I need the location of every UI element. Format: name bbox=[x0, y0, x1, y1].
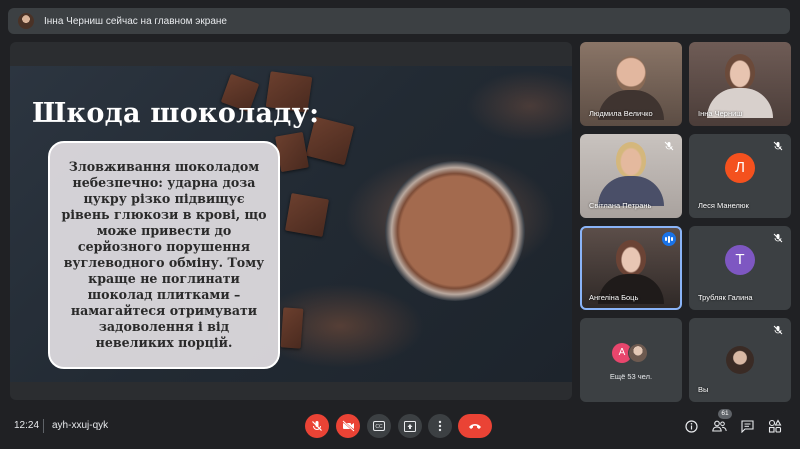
participant-avatar: Л bbox=[725, 152, 755, 183]
presentation-slide: Шкода шоколаду: Зловживання шоколадом не… bbox=[10, 66, 572, 382]
present-button[interactable] bbox=[398, 414, 422, 438]
participant-tile[interactable]: Інна Черниш bbox=[689, 42, 791, 126]
people-icon bbox=[711, 420, 727, 432]
present-screen-icon bbox=[404, 420, 416, 432]
presentation-banner: Інна Черниш сейчас на главном экране bbox=[8, 8, 790, 34]
more-vert-icon bbox=[438, 420, 442, 432]
mic-muted-icon bbox=[772, 325, 784, 337]
chocolate-piece bbox=[284, 192, 330, 238]
mic-off-icon bbox=[312, 421, 322, 431]
slide-body-text: Зловживання шоколадом небезпечно: ударна… bbox=[61, 159, 267, 350]
mic-muted-icon bbox=[772, 141, 784, 153]
activities-shapes-icon bbox=[768, 419, 782, 433]
participant-tile-speaking[interactable]: Ангеліна Боць bbox=[580, 226, 682, 310]
meet-window: Інна Черниш сейчас на главном экране Шко… bbox=[0, 0, 800, 449]
mic-muted-icon bbox=[663, 141, 675, 153]
people-button[interactable] bbox=[710, 417, 728, 435]
bottom-toolbar: 12:24 ayh-xxuj-qyk CC 61 bbox=[0, 405, 800, 449]
participant-name: Інна Черниш bbox=[698, 109, 743, 118]
chat-button[interactable] bbox=[738, 417, 756, 435]
self-view-tile[interactable]: Вы bbox=[689, 318, 791, 402]
slide-text-box: Зловживання шоколадом небезпечно: ударна… bbox=[48, 141, 280, 369]
svg-text:CC: CC bbox=[375, 424, 383, 430]
chat-icon bbox=[740, 419, 754, 433]
banner-text: Інна Черниш сейчас на главном экране bbox=[44, 15, 227, 27]
mic-toggle-button[interactable] bbox=[305, 414, 329, 438]
meeting-code: ayh-xxuj-qyk bbox=[52, 420, 109, 431]
participant-avatar: Т bbox=[725, 244, 755, 275]
participant-tile[interactable]: Людмила Величко bbox=[580, 42, 682, 126]
more-options-button[interactable] bbox=[428, 414, 452, 438]
meeting-info-button[interactable] bbox=[682, 417, 700, 435]
participant-tile[interactable]: Т Трубляк Галина bbox=[689, 226, 791, 310]
captions-icon: CC bbox=[373, 421, 385, 431]
presenter-avatar bbox=[18, 13, 34, 29]
info-icon bbox=[684, 419, 698, 433]
participant-avatar bbox=[628, 343, 648, 363]
camera-off-icon bbox=[341, 420, 355, 432]
participant-name: Ангеліна Боць bbox=[589, 293, 639, 302]
mic-muted-icon bbox=[772, 233, 784, 245]
participant-tile[interactable]: Л Леся Манелюк bbox=[689, 134, 791, 218]
self-avatar bbox=[726, 346, 754, 374]
participant-name: Трубляк Галина bbox=[698, 293, 753, 302]
activities-button[interactable] bbox=[766, 417, 784, 435]
participant-tile[interactable]: Світлана Петрань bbox=[580, 134, 682, 218]
leave-call-button[interactable] bbox=[458, 414, 492, 438]
cocoa-bowl bbox=[385, 161, 525, 301]
chocolate-piece bbox=[280, 307, 304, 349]
more-participants-avatars: А bbox=[612, 343, 648, 363]
main-stage[interactable]: Шкода шоколаду: Зловживання шоколадом не… bbox=[10, 42, 572, 400]
participant-name: Вы bbox=[698, 385, 709, 394]
divider bbox=[43, 419, 44, 433]
hang-up-icon bbox=[469, 424, 481, 429]
participant-name: Леся Манелюк bbox=[698, 201, 749, 210]
participant-name: Людмила Величко bbox=[589, 109, 653, 118]
participant-video bbox=[598, 142, 664, 206]
camera-toggle-button[interactable] bbox=[336, 414, 360, 438]
speaking-indicator-icon bbox=[662, 232, 676, 246]
slide-title: Шкода шоколаду: bbox=[32, 98, 320, 129]
more-participants-tile[interactable]: А Ещё 53 чел. bbox=[580, 318, 682, 402]
participant-name: Світлана Петрань bbox=[589, 201, 652, 210]
more-participants-label: Ещё 53 чел. bbox=[609, 372, 653, 381]
clock-time: 12:24 bbox=[14, 420, 40, 431]
captions-button[interactable]: CC bbox=[367, 414, 391, 438]
chocolate-piece bbox=[275, 131, 309, 173]
